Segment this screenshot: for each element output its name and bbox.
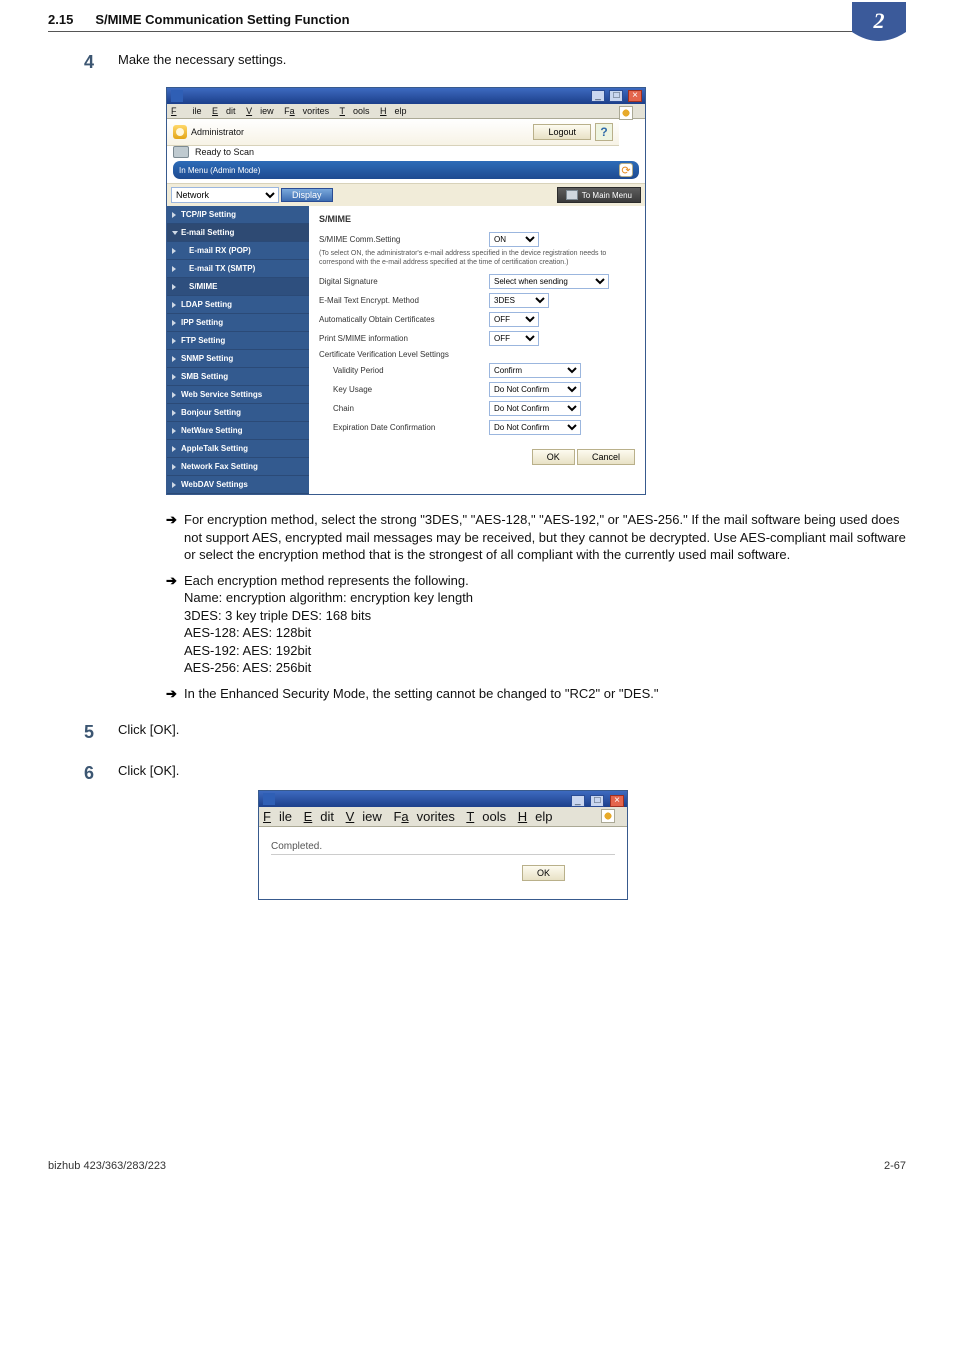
step-4-text: Make the necessary settings. bbox=[118, 52, 906, 67]
select-printsmime[interactable]: OFF bbox=[489, 331, 539, 346]
sidebar-item-smime[interactable]: S/MIME bbox=[167, 278, 309, 296]
select-keyusage[interactable]: Do Not Confirm bbox=[489, 382, 581, 397]
window-maximize-icon[interactable]: □ bbox=[590, 795, 604, 807]
bullet-encryption-methods: Each encryption method represents the fo… bbox=[166, 572, 906, 677]
menu-help[interactable]: Help bbox=[518, 809, 553, 824]
step-6-number: 6 bbox=[48, 763, 118, 900]
select-validity[interactable]: Confirm bbox=[489, 363, 581, 378]
sidebar-item-email-rx[interactable]: E-mail RX (POP) bbox=[167, 242, 309, 260]
settings-sidebar: TCP/IP Setting E-mail Setting E-mail RX … bbox=[167, 206, 309, 494]
label-signature: Digital Signature bbox=[319, 277, 489, 286]
section-number: 2.15 bbox=[48, 12, 73, 27]
administrator-label: Administrator bbox=[191, 127, 244, 137]
label-expiration: Expiration Date Confirmation bbox=[319, 423, 489, 432]
administrator-icon bbox=[173, 125, 187, 139]
select-comm[interactable]: ON bbox=[489, 232, 539, 247]
browser-window-completed: _ □ × File Edit View Favorites Tools Hel… bbox=[258, 790, 628, 900]
browser-window-smime: _ □ × File Edit View Favorites Tools Hel… bbox=[166, 87, 646, 495]
ie-throbber-icon bbox=[601, 809, 615, 823]
sidebar-item-appletalk[interactable]: AppleTalk Setting bbox=[167, 440, 309, 458]
to-main-menu-button[interactable]: To Main Menu bbox=[557, 187, 641, 203]
sidebar-item-netware[interactable]: NetWare Setting bbox=[167, 422, 309, 440]
help-icon[interactable]: ? bbox=[595, 123, 613, 141]
step-5-text: Click [OK]. bbox=[118, 722, 906, 743]
select-autoobtain[interactable]: OFF bbox=[489, 312, 539, 327]
section-title: S/MIME Communication Setting Function bbox=[95, 12, 349, 27]
ie-throbber-icon bbox=[619, 106, 633, 120]
refresh-icon[interactable]: ⟳ bbox=[619, 163, 633, 177]
select-chain[interactable]: Do Not Confirm bbox=[489, 401, 581, 416]
printer-icon bbox=[173, 146, 189, 158]
menu-view[interactable]: View bbox=[346, 809, 382, 824]
bullet-encryption-strong: For encryption method, select the strong… bbox=[166, 511, 906, 564]
browser-menubar: File Edit View Favorites Tools Help bbox=[259, 807, 627, 827]
ie-icon bbox=[263, 793, 275, 805]
window-close-icon[interactable]: × bbox=[628, 90, 642, 102]
menu-favorites[interactable]: Favorites bbox=[284, 106, 329, 116]
note-comm: (To select ON, the administrator's e-mai… bbox=[319, 250, 635, 268]
sidebar-item-webdav[interactable]: WebDAV Settings bbox=[167, 476, 309, 494]
sidebar-item-ftp[interactable]: FTP Setting bbox=[167, 332, 309, 350]
main-menu-icon bbox=[566, 190, 578, 200]
menu-favorites[interactable]: Favorites bbox=[393, 809, 454, 824]
footer-model: bizhub 423/363/283/223 bbox=[48, 1160, 166, 1172]
sidebar-item-email-tx[interactable]: E-mail TX (SMTP) bbox=[167, 260, 309, 278]
label-cvls: Certificate Verification Level Settings bbox=[319, 350, 489, 359]
status-ready: Ready to Scan bbox=[195, 147, 254, 157]
menu-edit[interactable]: Edit bbox=[212, 106, 236, 116]
menu-file[interactable]: File bbox=[263, 809, 292, 824]
ok-button[interactable]: OK bbox=[532, 449, 575, 465]
window-close-icon[interactable]: × bbox=[610, 795, 624, 807]
browser-menubar: File Edit View Favorites Tools Help bbox=[167, 104, 645, 119]
footer-page: 2-67 bbox=[884, 1160, 906, 1172]
label-comm: S/MIME Comm.Setting bbox=[319, 235, 489, 244]
completed-label: Completed. bbox=[271, 841, 615, 852]
menu-file[interactable]: File bbox=[171, 106, 202, 116]
sidebar-item-webservice[interactable]: Web Service Settings bbox=[167, 386, 309, 404]
svg-text:2: 2 bbox=[873, 8, 885, 33]
chapter-badge: 2 bbox=[852, 2, 906, 44]
label-encrypt: E-Mail Text Encrypt. Method bbox=[319, 296, 489, 305]
window-minimize-icon[interactable]: _ bbox=[571, 795, 585, 807]
menu-help[interactable]: Help bbox=[380, 106, 407, 116]
sidebar-item-snmp[interactable]: SNMP Setting bbox=[167, 350, 309, 368]
select-signature[interactable]: Select when sending bbox=[489, 274, 609, 289]
label-keyusage: Key Usage bbox=[319, 385, 489, 394]
step-4-number: 4 bbox=[48, 52, 118, 73]
sidebar-item-smb[interactable]: SMB Setting bbox=[167, 368, 309, 386]
sidebar-item-ldap[interactable]: LDAP Setting bbox=[167, 296, 309, 314]
window-maximize-icon[interactable]: □ bbox=[609, 90, 623, 102]
select-expiration[interactable]: Do Not Confirm bbox=[489, 420, 581, 435]
display-button[interactable]: Display bbox=[281, 188, 333, 202]
form-heading: S/MIME bbox=[319, 214, 635, 224]
section-dropdown[interactable]: Network bbox=[171, 187, 279, 203]
label-autoobtain: Automatically Obtain Certificates bbox=[319, 315, 489, 324]
step-5-number: 5 bbox=[48, 722, 118, 743]
label-chain: Chain bbox=[319, 404, 489, 413]
completed-ok-button[interactable]: OK bbox=[522, 865, 565, 881]
sidebar-item-networkfax[interactable]: Network Fax Setting bbox=[167, 458, 309, 476]
menu-tools[interactable]: Tools bbox=[340, 106, 370, 116]
menu-view[interactable]: View bbox=[246, 106, 274, 116]
sidebar-item-ipp[interactable]: IPP Setting bbox=[167, 314, 309, 332]
bullet-enhanced-security: In the Enhanced Security Mode, the setti… bbox=[166, 685, 906, 703]
sidebar-item-bonjour[interactable]: Bonjour Setting bbox=[167, 404, 309, 422]
cancel-button[interactable]: Cancel bbox=[577, 449, 635, 465]
sidebar-item-tcpip[interactable]: TCP/IP Setting bbox=[167, 206, 309, 224]
select-encrypt[interactable]: 3DES bbox=[489, 293, 549, 308]
step-6-text: Click [OK]. bbox=[118, 763, 906, 778]
label-printsmime: Print S/MIME information bbox=[319, 334, 489, 343]
smime-form: S/MIME S/MIME Comm.Setting ON (To select… bbox=[309, 206, 645, 494]
label-validity: Validity Period bbox=[319, 366, 489, 375]
menu-tools[interactable]: Tools bbox=[466, 809, 506, 824]
ie-icon bbox=[171, 90, 183, 102]
logout-button[interactable]: Logout bbox=[533, 124, 591, 140]
menu-edit[interactable]: Edit bbox=[304, 809, 334, 824]
sidebar-item-email[interactable]: E-mail Setting bbox=[167, 224, 309, 242]
window-minimize-icon[interactable]: _ bbox=[591, 90, 605, 102]
status-in-menu: In Menu (Admin Mode) bbox=[179, 166, 260, 175]
